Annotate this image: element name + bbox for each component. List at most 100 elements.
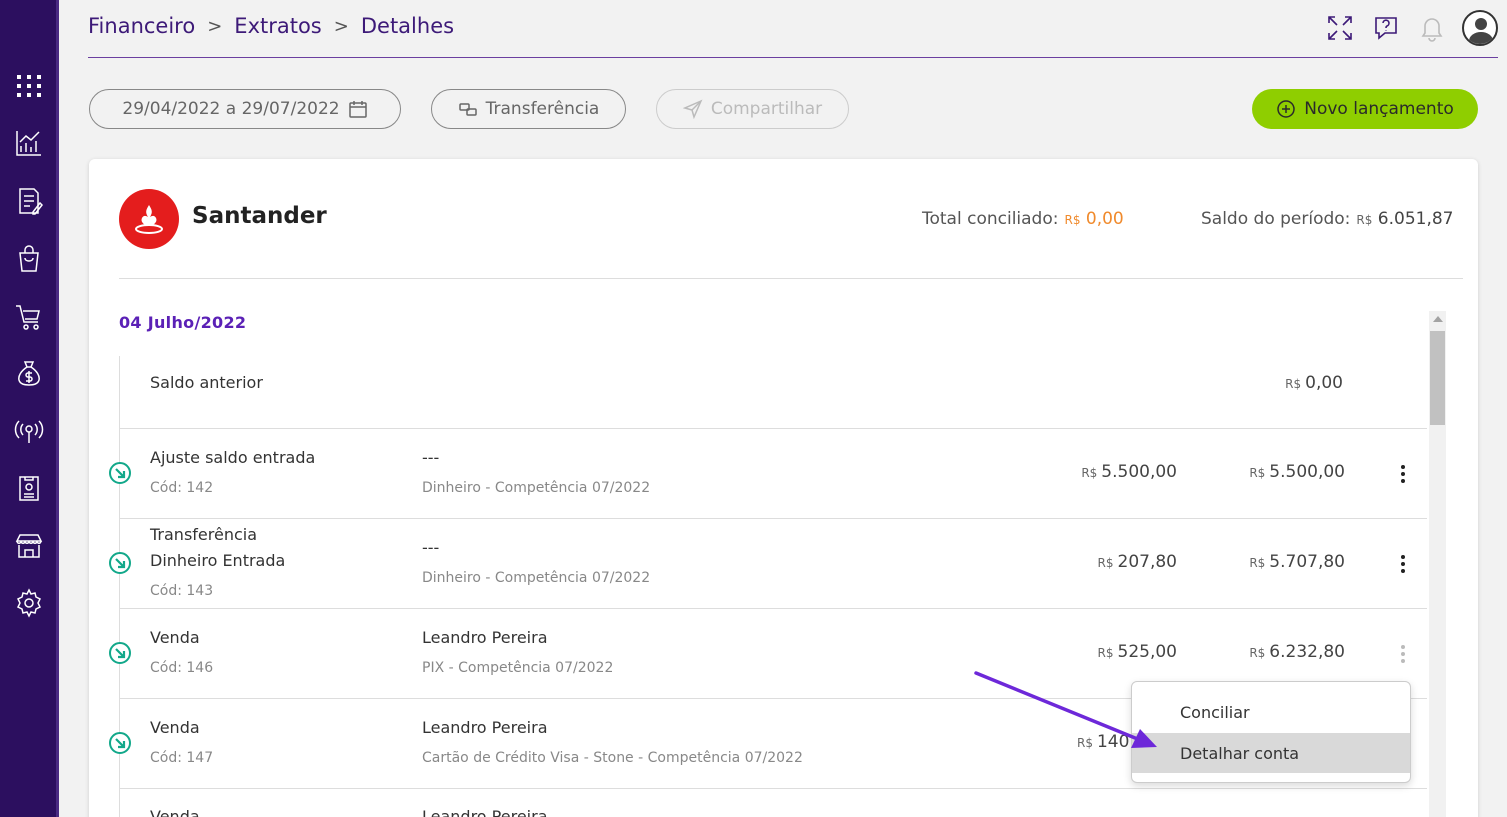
scrollbar-thumb[interactable] xyxy=(1430,331,1445,425)
entry-detail: Dinheiro - Competência 07/2022 xyxy=(422,480,651,496)
plus-circle-icon xyxy=(1277,100,1295,118)
row-context-menu: Conciliar Detalhar conta xyxy=(1131,681,1411,783)
total-reconciled-currency: R$ xyxy=(1064,213,1081,227)
date-range-picker[interactable]: 29/04/2022 a 29/07/2022 xyxy=(89,89,401,129)
topbar: Financeiro > Extratos > Detalhes xyxy=(88,0,1498,58)
entry-title: Ajuste saldo entrada xyxy=(150,448,316,467)
apps-grid-icon[interactable] xyxy=(14,71,44,101)
entry-code: Cód: 143 xyxy=(150,583,214,599)
send-icon xyxy=(682,99,703,119)
entry-title: Venda xyxy=(150,628,200,647)
previous-balance-label: Saldo anterior xyxy=(150,373,263,392)
entry-party: --- xyxy=(422,448,440,467)
amount-value: 140 xyxy=(1096,732,1130,752)
currency-label: R$ xyxy=(1097,556,1114,570)
document-icon[interactable] xyxy=(14,473,44,503)
shopping-bag-icon[interactable] xyxy=(14,244,44,274)
row-menu-icon[interactable] xyxy=(1393,549,1413,579)
row-menu-icon[interactable] xyxy=(1393,459,1413,489)
period-balance-currency: R$ xyxy=(1356,213,1373,227)
entry-title: Venda xyxy=(150,807,200,817)
notes-icon[interactable] xyxy=(14,186,44,216)
income-arrow-icon xyxy=(109,552,131,574)
amount-value: 207,80 xyxy=(1117,552,1177,572)
balance-value: 6.232,80 xyxy=(1269,642,1345,662)
transfer-button[interactable]: Transferência xyxy=(431,89,626,129)
entry-party: Leandro Pereira xyxy=(422,718,548,737)
storefront-icon[interactable] xyxy=(14,531,44,561)
entry-party: --- xyxy=(422,538,440,557)
entry-balance: R$ 5.500,00 xyxy=(1249,462,1345,482)
total-reconciled-label: Total conciliado: xyxy=(922,209,1059,229)
breadcrumb-detalhes: Detalhes xyxy=(360,14,455,38)
currency-label: R$ xyxy=(1081,466,1098,480)
total-reconciled-value: 0,00 xyxy=(1085,209,1124,229)
share-button[interactable]: Compartilhar xyxy=(656,89,849,129)
currency-label: R$ xyxy=(1249,466,1266,480)
entry-balance: R$ 6.232,80 xyxy=(1249,642,1345,662)
entry-detail: Dinheiro - Competência 07/2022 xyxy=(422,570,651,586)
table-row[interactable]: Ajuste saldo entrada Cód: 142 --- Dinhei… xyxy=(109,429,1427,519)
bell-icon[interactable] xyxy=(1416,10,1448,46)
money-bag-icon[interactable] xyxy=(14,358,44,388)
table-row[interactable]: Transferência Dinheiro Entrada Cód: 143 … xyxy=(109,519,1427,609)
entry-code: Cód: 147 xyxy=(150,750,214,766)
income-arrow-icon xyxy=(109,732,131,754)
bank-name: Santander xyxy=(192,203,327,229)
menu-item-detalhar-conta[interactable]: Detalhar conta xyxy=(1132,733,1410,773)
breadcrumb-financeiro[interactable]: Financeiro xyxy=(88,14,195,38)
entry-amount: R$ 525,00 xyxy=(1098,642,1177,662)
new-entry-button[interactable]: Novo lançamento xyxy=(1252,89,1478,129)
row-menu-icon[interactable] xyxy=(1393,639,1413,669)
currency-label: R$ xyxy=(1285,377,1302,391)
entry-title-line2: Dinheiro Entrada xyxy=(150,551,286,570)
previous-balance-row: Saldo anterior R$ 0,00 xyxy=(120,356,1427,429)
amount-value: 5.500,00 xyxy=(1101,462,1177,482)
currency-label: R$ xyxy=(1249,556,1266,570)
help-icon[interactable] xyxy=(1370,10,1402,46)
entry-title: Transferência xyxy=(150,525,258,544)
period-balance-value: 6.051,87 xyxy=(1377,209,1454,229)
amount-value: 525,00 xyxy=(1117,642,1177,662)
entry-detail: Cartão de Crédito Visa - Stone - Competê… xyxy=(422,750,803,766)
income-arrow-icon xyxy=(109,462,131,484)
fullscreen-icon[interactable] xyxy=(1324,10,1356,46)
currency-label: R$ xyxy=(1097,646,1114,660)
entry-amount: R$ 5.500,00 xyxy=(1081,462,1177,482)
menu-item-conciliar[interactable]: Conciliar xyxy=(1132,692,1410,732)
currency-label: R$ xyxy=(1077,736,1093,750)
user-avatar-icon[interactable] xyxy=(1462,10,1498,46)
entry-code: Cód: 142 xyxy=(150,480,214,496)
balance-value: 5.707,80 xyxy=(1269,552,1345,572)
entry-party: Leandro Pereira xyxy=(422,628,548,647)
breadcrumb-separator: > xyxy=(333,15,349,37)
scroll-up-arrow-icon[interactable] xyxy=(1433,316,1443,322)
breadcrumb: Financeiro > Extratos > Detalhes xyxy=(88,14,454,38)
transfer-icon xyxy=(458,103,477,116)
cart-icon[interactable] xyxy=(14,302,44,332)
entry-code: Cód: 146 xyxy=(150,660,214,676)
period-balance-label: Saldo do período: xyxy=(1201,209,1351,229)
gear-icon[interactable] xyxy=(14,588,44,618)
entry-amount: R$ 140 xyxy=(1077,732,1129,752)
broadcast-icon[interactable] xyxy=(14,416,44,446)
topbar-actions xyxy=(1324,10,1498,46)
date-header: 04 Julho/2022 xyxy=(119,313,247,332)
chart-icon[interactable] xyxy=(14,128,44,158)
balance-value: 5.500,00 xyxy=(1269,462,1345,482)
card-divider xyxy=(119,278,1463,279)
calendar-icon xyxy=(348,101,367,118)
entry-balance: R$ 5.707,80 xyxy=(1249,552,1345,572)
entry-detail: PIX - Competência 07/2022 xyxy=(422,660,614,676)
table-row[interactable]: Venda Leandro Pereira xyxy=(120,789,1427,817)
total-reconciled: Total conciliado: R$ 0,00 xyxy=(922,209,1124,229)
entry-party: Leandro Pereira xyxy=(422,807,548,817)
period-balance: Saldo do período: R$ 6.051,87 xyxy=(1201,209,1454,229)
new-entry-label: Novo lançamento xyxy=(1304,99,1454,119)
amount-value: 0,00 xyxy=(1305,373,1343,393)
currency-label: R$ xyxy=(1249,646,1266,660)
breadcrumb-extratos[interactable]: Extratos xyxy=(234,14,321,38)
date-range-value: 29/04/2022 a 29/07/2022 xyxy=(122,99,340,119)
share-label: Compartilhar xyxy=(710,99,823,119)
sidebar xyxy=(0,0,59,817)
